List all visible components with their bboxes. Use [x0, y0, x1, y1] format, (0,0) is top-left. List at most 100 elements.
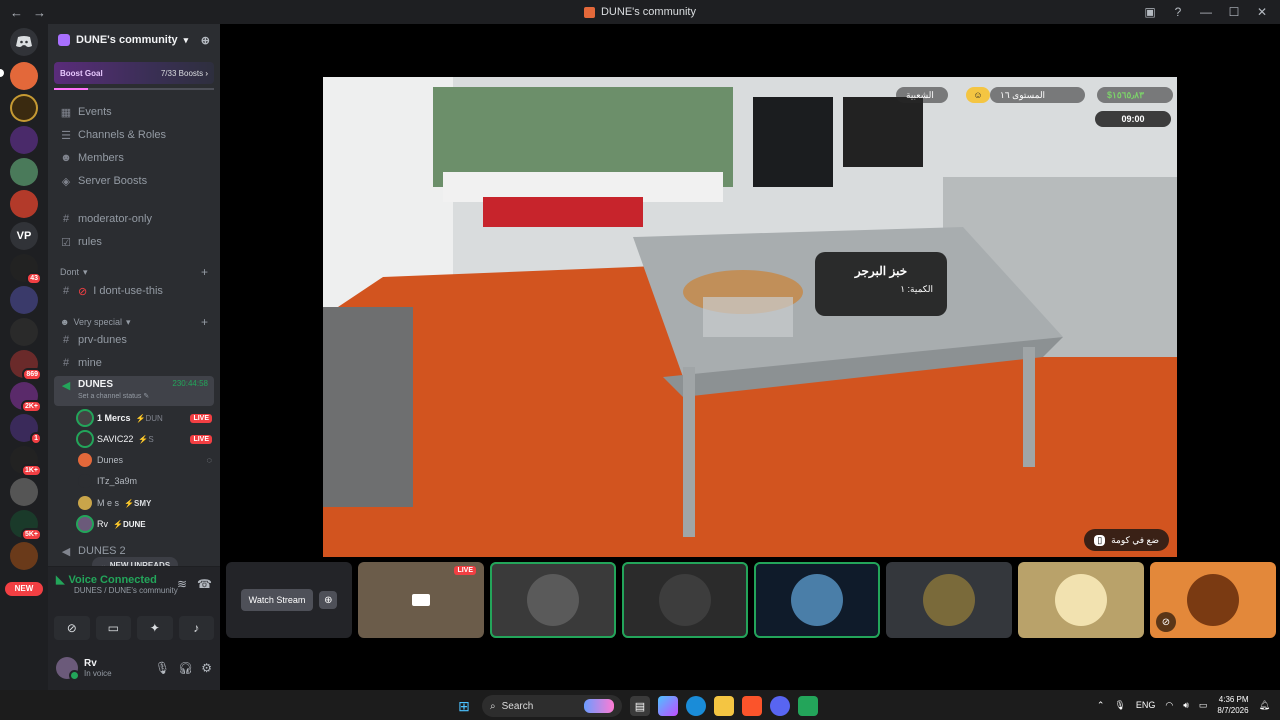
activities-button[interactable]: ✦	[137, 616, 173, 640]
menu-members[interactable]: ☻ Members	[54, 148, 214, 168]
invite-people-icon[interactable]: ⊕	[201, 34, 210, 47]
menu-events[interactable]: ▦ Events	[54, 102, 214, 122]
live-badge: LIVE	[454, 566, 476, 575]
voice-timer: 230:44:58	[172, 379, 208, 388]
minimize-button[interactable]: —	[1194, 2, 1218, 22]
server-icon-14[interactable]	[10, 478, 38, 506]
maximize-button[interactable]: ☐	[1222, 2, 1246, 22]
language-indicator[interactable]: ENG	[1136, 700, 1156, 710]
server-icon-9[interactable]	[10, 318, 38, 346]
server-icon-4[interactable]	[10, 158, 38, 186]
channel-rules[interactable]: ☑ rules	[54, 232, 214, 252]
discord-taskbar-icon[interactable]	[770, 696, 790, 716]
channel-prv-dunes[interactable]: # prv-dunes	[54, 330, 214, 350]
menu-server-boosts[interactable]: ◈ Server Boosts	[54, 171, 214, 191]
server-icon-5[interactable]	[10, 190, 38, 218]
system-tray: ⌃ 🎙︎ ENG ◠ 🔊︎ ▭ 4:36 PM 8/7/2026 🔔︎	[1097, 690, 1270, 720]
watch-stream-button[interactable]: Watch Stream	[240, 589, 314, 611]
voice-user-3[interactable]: Dunes ◌	[78, 450, 212, 470]
boost-goal[interactable]: Boost Goal 7/33 Boosts ›	[54, 62, 214, 84]
edge-icon[interactable]	[686, 696, 706, 716]
tile-participant-5[interactable]	[1018, 562, 1144, 638]
server-icon-vp[interactable]: VP	[10, 222, 38, 250]
screen-share-button[interactable]: ▭	[95, 616, 131, 640]
tile-participant-1[interactable]	[490, 562, 616, 638]
category-very-special[interactable]: ☻ Very special ▾ +	[54, 314, 214, 330]
battery-icon[interactable]: ▭	[1199, 700, 1208, 711]
avatar	[1187, 574, 1239, 626]
popout-icon[interactable]: ⊕	[319, 591, 338, 609]
user-avatar[interactable]	[56, 657, 80, 681]
voice-user-6[interactable]: Rv ⚡DUNE	[78, 514, 212, 534]
microphone-icon[interactable]: 🎙︎	[155, 661, 170, 675]
tray-chevron-up-icon[interactable]: ⌃	[1097, 700, 1105, 711]
close-button[interactable]: ✕	[1250, 2, 1274, 22]
user-panel: Rv In voice 🎙︎ 🎧︎ ⚙	[48, 646, 220, 690]
voice-user-5[interactable]: M e s ⚡SMY	[78, 493, 212, 513]
app-icon[interactable]	[798, 696, 818, 716]
windows-taskbar: ⊞ ⌕ Search ▤ ⌃ 🎙︎ ENG ◠ 🔊︎ ▭ 4:36 PM 8/7…	[0, 690, 1280, 720]
category-dont[interactable]: Dont ▾ +	[54, 264, 214, 280]
server-header[interactable]: DUNE's community ▾ ⊕	[48, 24, 220, 56]
channel-status[interactable]: Set a channel status ✎	[78, 392, 149, 400]
server-icon-10[interactable]: 869	[10, 350, 42, 381]
server-icon-2[interactable]	[10, 94, 38, 122]
emoji-icon: ☻	[60, 317, 70, 327]
noise-suppression-icon[interactable]: ≋	[177, 577, 187, 591]
hash-icon: #	[62, 213, 70, 225]
help-icon[interactable]: ?	[1166, 2, 1190, 22]
disconnect-icon[interactable]: ☎	[197, 577, 212, 591]
back-arrow-icon[interactable]: ←	[10, 5, 23, 20]
brave-icon[interactable]	[742, 696, 762, 716]
channel-mine[interactable]: # mine	[54, 353, 214, 373]
server-icon-15[interactable]: 5K+	[10, 510, 42, 541]
headphones-icon[interactable]: 🎧︎	[178, 661, 193, 675]
taskbar-search[interactable]: ⌕ Search	[482, 695, 622, 717]
server-icon-11[interactable]: 2K+	[10, 382, 42, 413]
discord-home-icon[interactable]	[10, 28, 38, 56]
menu-channels-roles[interactable]: ☰ Channels & Roles	[54, 125, 214, 145]
add-channel-icon[interactable]: +	[201, 315, 208, 329]
inbox-icon[interactable]: ▣	[1138, 2, 1162, 22]
channel-dont-use-this[interactable]: # ⊘ I dont-use-this	[54, 281, 214, 301]
server-icon-7[interactable]: 43	[10, 254, 42, 285]
tile-participant-6[interactable]: ⊘	[1150, 562, 1276, 638]
server-icon-8[interactable]	[10, 286, 38, 314]
channel-moderator-only[interactable]: # moderator-only	[54, 209, 214, 229]
settings-gear-icon[interactable]: ⚙	[201, 661, 212, 675]
soundboard-button[interactable]: ♪	[178, 616, 214, 640]
wifi-icon[interactable]: ◠	[1165, 700, 1173, 711]
user-info[interactable]: Rv In voice	[84, 658, 112, 678]
search-icon: ⌕	[490, 700, 496, 712]
hud-level: المستوى ١٦	[990, 87, 1085, 103]
server-icon-13[interactable]: 1K+	[10, 446, 42, 477]
server-icon-16[interactable]	[10, 542, 38, 570]
tile-stream-preview[interactable]: LIVE	[358, 562, 484, 638]
mood-face-icon: ☺	[966, 87, 990, 103]
volume-icon[interactable]: 🔊︎	[1183, 700, 1189, 711]
task-view-icon[interactable]: ▤	[630, 696, 650, 716]
tile-participant-4[interactable]	[886, 562, 1012, 638]
clock[interactable]: 4:36 PM 8/7/2026	[1217, 694, 1248, 716]
server-icon-12[interactable]: 1	[10, 414, 42, 445]
tray-mic-icon[interactable]: 🎙︎	[1114, 700, 1125, 711]
voice-user-2[interactable]: SAVIC22 ⚡S LIVE	[78, 429, 212, 449]
new-servers-pill[interactable]: NEW	[5, 582, 43, 596]
server-icon-1[interactable]	[10, 62, 38, 90]
tile-participant-2[interactable]	[622, 562, 748, 638]
camera-off-button[interactable]: ⊘	[54, 616, 90, 640]
add-channel-icon[interactable]: +	[201, 265, 208, 279]
windows-start-icon[interactable]: ⊞	[454, 696, 474, 716]
copilot-icon[interactable]	[658, 696, 678, 716]
file-explorer-icon[interactable]	[714, 696, 734, 716]
server-rail: VP 43 869 2K+ 1 1K+ 5K+ NEW	[0, 24, 48, 690]
chevron-right-icon: ›	[203, 68, 208, 78]
voice-user-4[interactable]: ITz_3a9m	[78, 471, 212, 491]
notification-bell-icon[interactable]: 🔔︎	[1259, 700, 1270, 711]
stream-video[interactable]: الشعبية ☺ المستوى ١٦ $١٥٦٥٫٨٣ 09:00 خبز …	[323, 77, 1177, 557]
tile-participant-3[interactable]	[754, 562, 880, 638]
voice-user-1[interactable]: 1 Mercs ⚡DUN LIVE	[78, 408, 212, 428]
forward-arrow-icon[interactable]: →	[33, 5, 46, 20]
server-icon-3[interactable]	[10, 126, 38, 154]
voice-channel-dunes[interactable]: ◀ DUNES Set a channel status ✎ 230:44:58	[54, 376, 214, 406]
